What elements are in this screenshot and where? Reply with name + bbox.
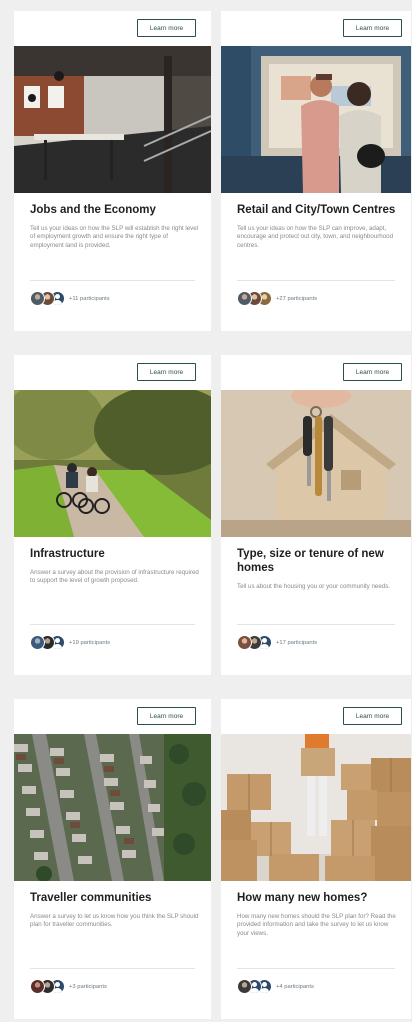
card-description: Tell us about the housing you or your co… bbox=[237, 583, 391, 590]
learn-more-button[interactable]: Learn more bbox=[343, 363, 402, 381]
card-divider bbox=[30, 968, 195, 969]
consultation-card-grid: Learn more Jobs and the Economy Tell us … bbox=[14, 11, 411, 1019]
learn-more-button[interactable]: Learn more bbox=[343, 707, 402, 725]
card-description: How many new homes should the SLP plan f… bbox=[237, 913, 396, 937]
card-divider bbox=[30, 280, 195, 281]
card-divider bbox=[237, 280, 395, 281]
card-description: Tell us your ideas on how the SLP will e… bbox=[30, 225, 199, 249]
aerial-housing-photo[interactable] bbox=[14, 734, 211, 881]
participant-count: +4 participants bbox=[276, 983, 314, 990]
card-new-homes-type[interactable]: Learn more Type, size or tenure of new h… bbox=[221, 355, 411, 675]
card-infrastructure[interactable]: Learn more Infrastructure Answer a surve… bbox=[14, 355, 211, 675]
participants-row: +17 participants bbox=[237, 635, 317, 650]
card-description: Answer a survey to let us know how you t… bbox=[30, 913, 199, 929]
avatar bbox=[237, 979, 252, 994]
avatar bbox=[30, 291, 45, 306]
participant-count: +17 participants bbox=[276, 639, 318, 646]
card-traveller-communities[interactable]: Learn more Traveller communities Answer … bbox=[14, 699, 211, 1019]
participants-row: +4 participants bbox=[237, 979, 314, 994]
participant-count: +3 participants bbox=[69, 983, 107, 990]
avatar bbox=[30, 635, 45, 650]
card-title[interactable]: Jobs and the Economy bbox=[30, 203, 203, 217]
participant-count: +27 participants bbox=[276, 295, 318, 302]
cyclists-path-photo[interactable] bbox=[14, 390, 211, 537]
card-title[interactable]: Infrastructure bbox=[30, 547, 203, 561]
card-description: Tell us your ideas on how the SLP can im… bbox=[237, 225, 394, 249]
learn-more-button[interactable]: Learn more bbox=[137, 19, 196, 37]
card-title[interactable]: Retail and City/Town Centres bbox=[237, 203, 403, 217]
learn-more-button[interactable]: Learn more bbox=[137, 707, 196, 725]
participants-row: +19 participants bbox=[30, 635, 110, 650]
card-description: Answer a survey about the provision of i… bbox=[30, 569, 199, 585]
participants-row: +11 participants bbox=[30, 291, 110, 306]
card-title[interactable]: How many new homes? bbox=[237, 891, 403, 905]
card-how-many-homes[interactable]: Learn more How many new homes? How many … bbox=[221, 699, 411, 1019]
learn-more-button[interactable]: Learn more bbox=[137, 363, 196, 381]
card-divider bbox=[30, 624, 195, 625]
office-photo[interactable] bbox=[14, 46, 211, 193]
avatar bbox=[30, 979, 45, 994]
participant-count: +11 participants bbox=[69, 295, 110, 302]
card-title[interactable]: Traveller communities bbox=[30, 891, 203, 905]
card-divider bbox=[237, 624, 395, 625]
participant-count: +19 participants bbox=[69, 639, 111, 646]
learn-more-button[interactable]: Learn more bbox=[343, 19, 402, 37]
participants-row: +3 participants bbox=[30, 979, 107, 994]
card-title[interactable]: Type, size or tenure of new homes bbox=[237, 547, 403, 575]
avatar bbox=[237, 635, 252, 650]
shopping-couple-photo[interactable] bbox=[221, 46, 411, 193]
moving-boxes-photo[interactable] bbox=[221, 734, 411, 881]
participants-row: +27 participants bbox=[237, 291, 317, 306]
house-keys-photo[interactable] bbox=[221, 390, 411, 537]
card-divider bbox=[237, 968, 395, 969]
card-retail-centres[interactable]: Learn more Retail and City/Town Centres … bbox=[221, 11, 411, 331]
avatar bbox=[237, 291, 252, 306]
card-jobs-economy[interactable]: Learn more Jobs and the Economy Tell us … bbox=[14, 11, 211, 331]
